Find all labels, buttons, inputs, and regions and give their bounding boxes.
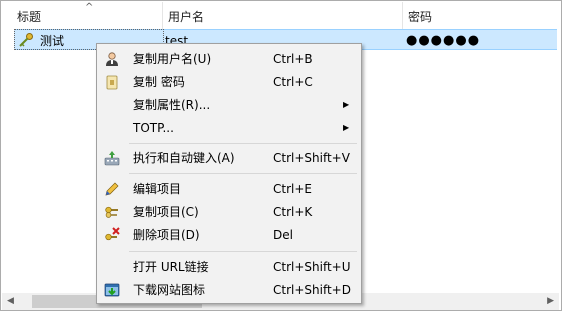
menu-shortcut: Ctrl+K [273, 205, 313, 219]
menu-item-download-favicon[interactable]: 下载网站图标 Ctrl+Shift+D [99, 279, 359, 301]
menu-label: 删除项目(D) [133, 228, 200, 242]
download-icon [104, 283, 120, 297]
menu-item-duplicate-entry[interactable]: 复制项目(C) Ctrl+K [99, 201, 359, 223]
menu-separator [129, 251, 357, 252]
menu-item-copy-password[interactable]: 复制 密码 Ctrl+C [99, 71, 359, 93]
menu-label: 复制项目(C) [133, 205, 199, 219]
menu-item-copy-attribute[interactable]: 复制属性(R)... ▶ [99, 94, 359, 116]
lock-icon [106, 75, 118, 90]
menu-label: 打开 URL链接 [133, 260, 209, 274]
menu-shortcut: Ctrl+Shift+V [273, 151, 350, 165]
menu-shortcut: Ctrl+B [273, 52, 313, 66]
menu-item-copy-username[interactable]: 复制用户名(U) Ctrl+B [99, 48, 359, 70]
menu-separator [129, 173, 357, 174]
menu-separator [129, 143, 357, 144]
menu-item-totp[interactable]: TOTP... ▶ [99, 117, 359, 139]
menu-item-edit-entry[interactable]: 编辑项目 Ctrl+E [99, 178, 359, 200]
column-username-label: 用户名 [168, 10, 205, 24]
scroll-left-icon[interactable]: ◀ [7, 296, 14, 306]
menu-label: 复制用户名(U) [133, 52, 212, 66]
submenu-arrow-icon: ▶ [343, 123, 350, 132]
menu-item-open-url[interactable]: 打开 URL链接 Ctrl+Shift+U [99, 256, 359, 278]
menu-item-delete-entry[interactable]: 删除项目(D) Del [99, 224, 359, 246]
menu-label: 复制 密码 [133, 75, 185, 89]
menu-label: 执行和自动键入(A) [133, 151, 235, 165]
sort-ascending-icon: ^ [85, 2, 94, 13]
menu-shortcut: Ctrl+E [273, 182, 312, 196]
entry-password: ●●●●●● [406, 33, 481, 48]
delete-key-icon [105, 227, 120, 241]
user-icon [106, 52, 118, 66]
menu-shortcut: Ctrl+Shift+D [273, 283, 351, 297]
menu-label: 复制属性(R)... [133, 98, 211, 112]
menu-shortcut: Del [273, 228, 293, 242]
copy-key-icon [105, 206, 118, 218]
menu-shortcut: Ctrl+Shift+U [273, 260, 351, 274]
scroll-right-icon[interactable]: ▶ [547, 296, 554, 306]
menu-label: 编辑项目 [133, 182, 182, 196]
column-password-label: 密码 [408, 10, 433, 24]
column-header-username[interactable]: 用户名 [163, 2, 403, 29]
menu-shortcut: Ctrl+C [273, 75, 313, 89]
pencil-icon [105, 182, 119, 196]
column-title-label: 标题 [17, 10, 42, 24]
menu-item-auto-type[interactable]: 执行和自动键入(A) Ctrl+Shift+V [99, 147, 359, 169]
menu-label: 下载网站图标 [133, 283, 206, 297]
keyboard-icon [104, 151, 120, 166]
menu-label: TOTP... [133, 121, 174, 135]
column-header-password[interactable]: 密码 [403, 2, 559, 29]
context-menu: 复制用户名(U) Ctrl+B 复制 密码 Ctrl+C 复制属性(R)... … [96, 43, 362, 304]
column-header: 标题 ^ 用户名 密码 [2, 2, 559, 29]
submenu-arrow-icon: ▶ [343, 100, 350, 109]
